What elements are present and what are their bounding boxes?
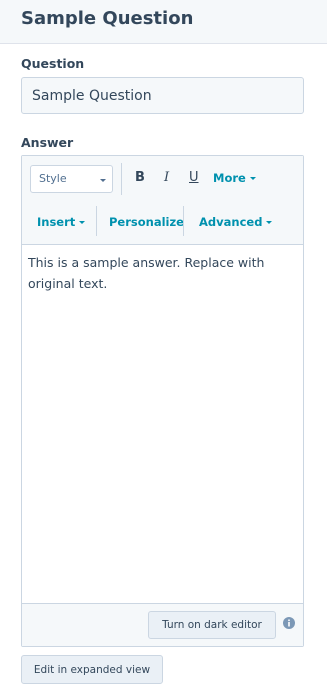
caret-down-icon: [266, 221, 273, 224]
more-dropdown[interactable]: More: [213, 171, 256, 185]
editor-toolbar: Style B I U More Insert Personalize Adva…: [22, 156, 303, 245]
underline-button[interactable]: U: [189, 170, 199, 185]
editor-footer: Turn on dark editor: [22, 603, 303, 646]
insert-dropdown[interactable]: Insert: [37, 215, 86, 229]
page-title: Sample Question: [21, 8, 194, 29]
rich-text-editor[interactable]: Style B I U More Insert Personalize Adva…: [21, 155, 304, 647]
question-label: Question: [21, 56, 85, 71]
editor-content[interactable]: This is a sample answer. Replace with or…: [28, 252, 300, 294]
info-icon[interactable]: [283, 617, 295, 629]
italic-button[interactable]: I: [164, 170, 169, 185]
answer-label: Answer: [21, 135, 74, 150]
caret-down-icon: [79, 221, 86, 224]
question-input[interactable]: [21, 77, 304, 114]
expanded-view-button[interactable]: Edit in expanded view: [21, 655, 163, 684]
more-label: More: [213, 171, 246, 185]
toolbar-divider: [96, 206, 97, 236]
caret-down-icon: [249, 177, 256, 180]
personalize-button[interactable]: Personalize: [109, 215, 184, 229]
toolbar-divider: [183, 206, 184, 236]
panel-header: Sample Question: [0, 0, 327, 44]
dark-editor-button[interactable]: Turn on dark editor: [148, 611, 276, 639]
caret-down-icon: [100, 179, 106, 182]
bold-button[interactable]: B: [135, 170, 145, 185]
advanced-label: Advanced: [199, 215, 263, 229]
style-select-label: Style: [39, 172, 67, 185]
advanced-dropdown[interactable]: Advanced: [199, 215, 273, 229]
toolbar-divider: [121, 163, 122, 195]
insert-label: Insert: [37, 215, 76, 229]
style-select[interactable]: Style: [30, 165, 113, 193]
